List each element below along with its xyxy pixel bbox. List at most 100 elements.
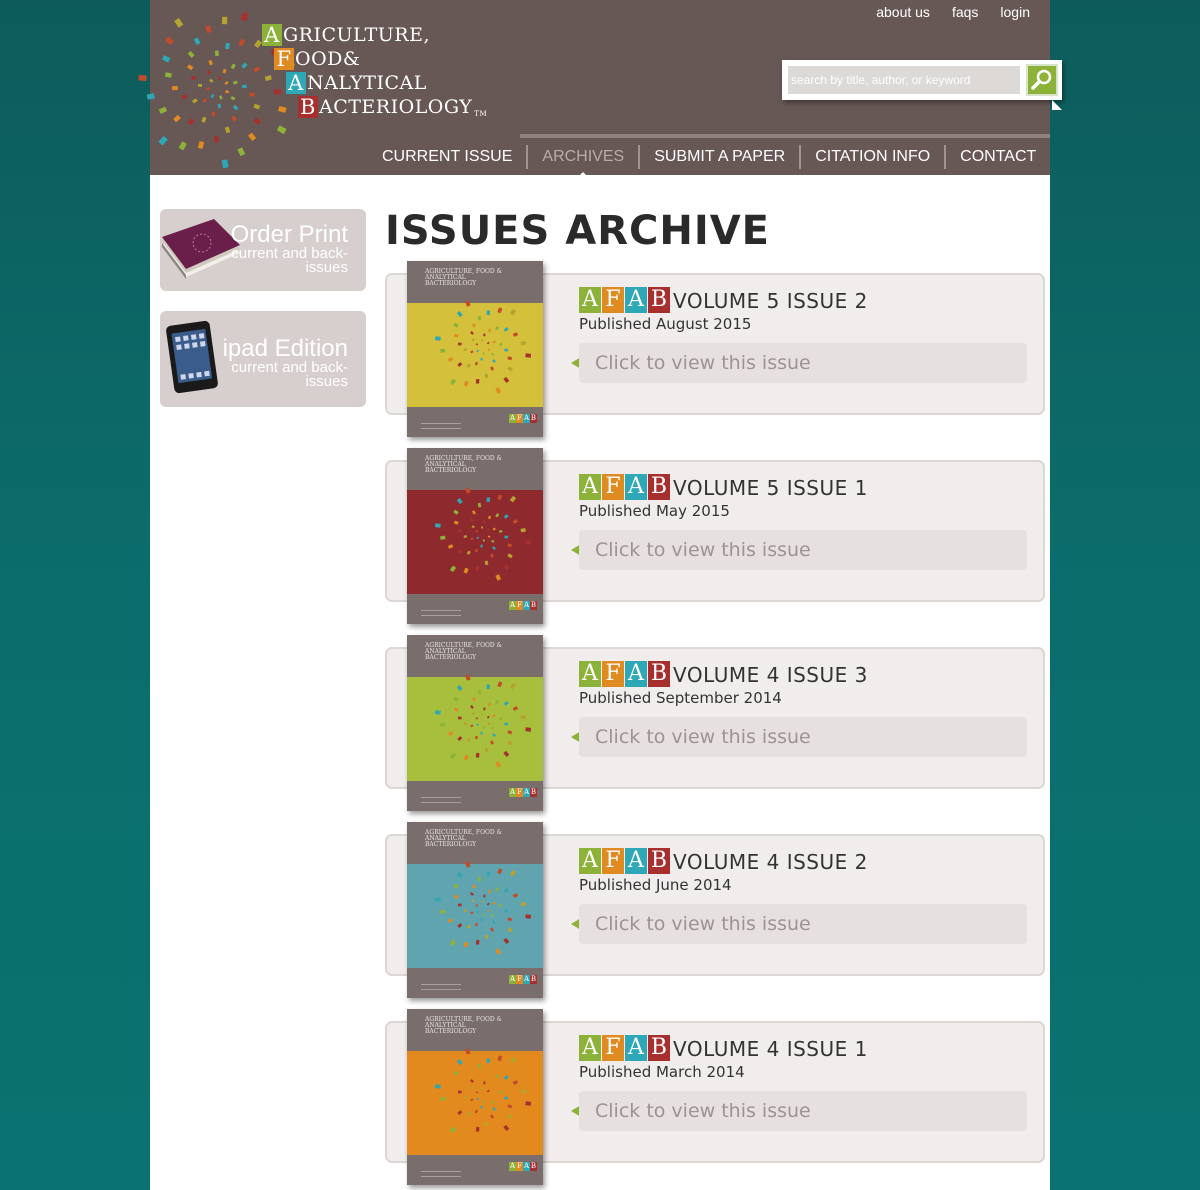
issue-card[interactable]: AGRICULTURE, FOOD & ANALYTICAL BACTERIOL… [385,822,1045,998]
nav-contact[interactable]: CONTACT [946,148,1050,166]
cover-footer [421,1171,461,1177]
view-issue-link[interactable]: Click to view this issue [579,717,1027,757]
issue-published-date: Published May 2015 [579,502,730,520]
cover-footer [421,423,461,429]
afab-letter: F [602,287,624,313]
page-title: ISSUES ARCHIVE [385,208,770,254]
logo-line-bacteriology: B ACTERIOLOGY TM [262,94,522,118]
cover-title: AGRICULTURE, FOOD & ANALYTICAL BACTERIOL… [425,642,502,661]
nav-submit-paper[interactable]: SUBMIT A PAPER [640,148,799,166]
issue-cover-image[interactable]: AGRICULTURE, FOOD & ANALYTICAL BACTERIOL… [407,261,543,437]
afab-letter: A [579,848,601,874]
cover-badge-letter: B [530,788,537,797]
search-box [782,60,1062,100]
issue-published-date: Published September 2014 [579,689,782,707]
issue-published-date: Published March 2014 [579,1063,745,1081]
logo-word: GRICULTURE, [283,24,431,46]
cover-badge-letter: A [509,414,516,423]
issue-published-date: Published June 2014 [579,876,732,894]
logo-line-agriculture: A GRICULTURE, [262,22,522,46]
logo-cap-a2: A [286,72,306,94]
issue-cover-image[interactable]: AGRICULTURE, FOOD & ANALYTICAL BACTERIOL… [407,1009,543,1185]
nav-archives[interactable]: ARCHIVES [528,148,638,178]
view-issue-link[interactable]: Click to view this issue [579,530,1027,570]
cover-badge-letter: A [509,1162,516,1171]
afab-letter: F [602,848,624,874]
afab-logo: AFAB [579,848,671,874]
cover-footer [421,984,461,990]
about-us-link[interactable]: about us [876,4,930,20]
cover-afab-badge: AFAB [509,1162,537,1171]
afab-logo: AFAB [579,661,671,687]
site-header: A GRICULTURE, F OOD& A NALYTICAL B ACTERIOLO… [138,0,1062,178]
search-input[interactable] [788,66,1020,94]
afab-letter: A [625,1035,647,1061]
afab-letter: A [579,474,601,500]
cover-footer [421,610,461,616]
issue-card[interactable]: AGRICULTURE, FOOD & ANALYTICAL BACTERIOL… [385,448,1045,624]
afab-logo: AFAB [579,287,671,313]
faqs-link[interactable]: faqs [952,4,978,20]
cover-badge-letter: F [516,414,523,423]
cover-afab-badge: AFAB [509,788,537,797]
order-print-subtitle: current and back-issues [231,245,348,276]
view-issue-link[interactable]: Click to view this issue [579,904,1027,944]
top-links: about us faqs login [876,4,1030,20]
ipad-icon [166,320,218,394]
afab-letter: B [648,474,670,500]
issue-cover-image[interactable]: AGRICULTURE, FOOD & ANALYTICAL BACTERIOL… [407,822,543,998]
cover-badge-letter: A [523,788,530,797]
site-logo[interactable]: A GRICULTURE, F OOD& A NALYTICAL B ACTERIOLO… [262,22,522,118]
nav-citation-info[interactable]: CITATION INFO [801,148,944,166]
afab-letter: A [579,661,601,687]
order-print-button[interactable]: Order Print current and back-issues [160,209,366,291]
cover-badge-letter: A [523,601,530,610]
logo-word: NALYTICAL [307,72,427,94]
logo-cap-b: B [298,96,318,118]
issue-card[interactable]: AGRICULTURE, FOOD & ANALYTICAL BACTERIOL… [385,635,1045,811]
ipad-edition-subtitle: current and back-issues [231,359,348,390]
cover-title: AGRICULTURE, FOOD & ANALYTICAL BACTERIOL… [425,829,502,848]
logo-line-analytical: A NALYTICAL [262,70,522,94]
afab-letter: A [625,848,647,874]
cover-title: AGRICULTURE, FOOD & ANALYTICAL BACTERIOL… [425,455,502,474]
cover-afab-badge: AFAB [509,414,537,423]
search-button[interactable] [1026,64,1058,96]
logo-word: OOD& [295,48,361,70]
cover-badge-letter: F [516,788,523,797]
cover-badge-letter: B [530,975,537,984]
cover-badge-letter: F [516,601,523,610]
view-issue-link[interactable]: Click to view this issue [579,1091,1027,1131]
page-container: A GRICULTURE, F OOD& A NALYTICAL B ACTERIOLO… [138,0,1062,1190]
cover-badge-letter: A [523,414,530,423]
issue-volume: VOLUME 4 ISSUE 2 [673,850,868,874]
main-nav: CURRENT ISSUE ARCHIVES SUBMIT A PAPER CI… [368,145,1050,178]
afab-letter: F [602,661,624,687]
afab-letter: A [579,1035,601,1061]
logo-cap-a: A [262,24,282,46]
cover-badge-letter: B [530,1162,537,1171]
cover-afab-badge: AFAB [509,601,537,610]
logo-word: ACTERIOLOGY [319,96,473,118]
cover-title: AGRICULTURE, FOOD & ANALYTICAL BACTERIOL… [425,268,502,287]
afab-letter: B [648,1035,670,1061]
cover-badge-letter: A [509,788,516,797]
cover-badge-letter: A [509,975,516,984]
afab-logo: AFAB [579,1035,671,1061]
login-link[interactable]: login [1000,4,1030,20]
logo-cap-f: F [274,48,294,70]
cover-title: AGRICULTURE, FOOD & ANALYTICAL BACTERIOL… [425,1016,502,1035]
cover-badge-letter: F [516,975,523,984]
cover-badge-letter: B [530,414,537,423]
issue-cover-image[interactable]: AGRICULTURE, FOOD & ANALYTICAL BACTERIOL… [407,635,543,811]
cover-footer [421,797,461,803]
nav-current-issue[interactable]: CURRENT ISSUE [368,148,526,166]
view-issue-link[interactable]: Click to view this issue [579,343,1027,383]
issue-card[interactable]: AGRICULTURE, FOOD & ANALYTICAL BACTERIOL… [385,261,1045,437]
cover-badge-letter: A [523,1162,530,1171]
issue-card[interactable]: AGRICULTURE, FOOD & ANALYTICAL BACTERIOL… [385,1009,1045,1185]
logo-line-food: F OOD& [262,46,522,70]
search-icon [1031,69,1052,90]
ipad-edition-button[interactable]: ipad Edition current and back-issues [160,311,366,407]
issue-cover-image[interactable]: AGRICULTURE, FOOD & ANALYTICAL BACTERIOL… [407,448,543,624]
